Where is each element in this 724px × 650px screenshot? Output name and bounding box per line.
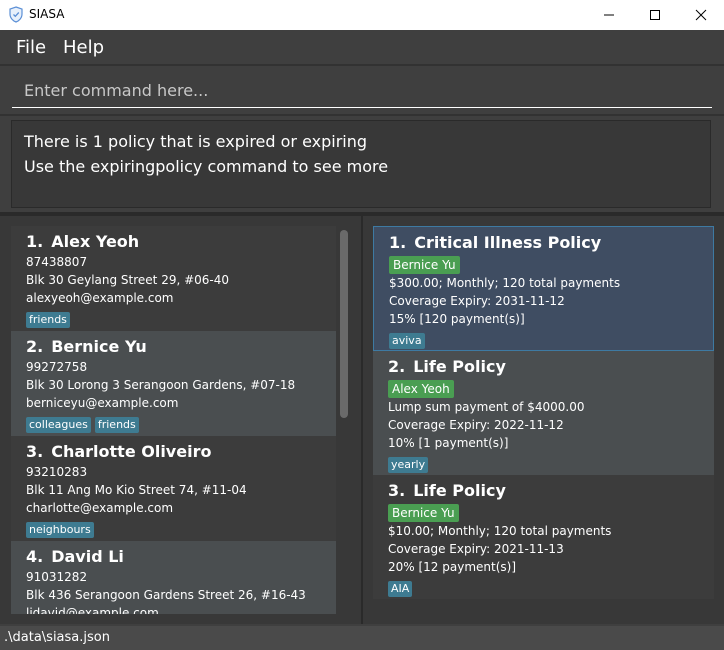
close-icon <box>695 9 707 21</box>
scrollbar-thumb[interactable] <box>340 230 348 418</box>
policy-expiry: Coverage Expiry: 2022-11-12 <box>388 418 564 432</box>
person-address: Blk 436 Serangoon Gardens Street 26, #16… <box>26 588 306 602</box>
policy-owner-row: Bernice Yu <box>388 502 714 522</box>
policy-card[interactable]: 3. Life Policy Bernice Yu $10.00; Monthly… <box>373 475 714 599</box>
tag: friends <box>26 312 70 328</box>
tag: neighbours <box>26 522 94 538</box>
person-card[interactable]: 4. David Li 91031282 Blk 436 Serangoon Ga… <box>11 541 336 614</box>
person-card[interactable]: 1. Alex Yeoh 87438807 Blk 30 Geylang Stre… <box>11 226 336 331</box>
person-name-row: 4. David Li <box>26 546 336 568</box>
person-email: charlotte@example.com <box>26 501 174 515</box>
policy-list[interactable]: 1. Critical Illness Policy Bernice Yu $30… <box>373 226 714 614</box>
result-display: There is 1 policy that is expired or exp… <box>11 120 711 208</box>
policy-index: 3. <box>388 481 406 500</box>
maximize-button[interactable] <box>632 0 678 30</box>
policy-expiry: Coverage Expiry: 2021-11-13 <box>388 542 564 556</box>
policy-owner: Bernice Yu <box>389 256 460 274</box>
tag: colleagues <box>26 417 91 433</box>
tag: yearly <box>388 457 429 473</box>
person-address: Blk 30 Geylang Street 29, #06-40 <box>26 273 230 287</box>
divider <box>0 114 724 116</box>
policy-name: Life Policy <box>413 481 506 500</box>
person-index: 1. <box>26 232 44 251</box>
person-list[interactable]: 1. Alex Yeoh 87438807 Blk 30 Geylang Stre… <box>11 226 336 614</box>
result-line-2: Use the expiringpolicy command to see mo… <box>24 157 389 176</box>
menu-bar: File Help <box>0 30 724 64</box>
policy-owner: Bernice Yu <box>388 504 459 522</box>
policy-index: 2. <box>388 357 406 376</box>
person-name-row: 1. Alex Yeoh <box>26 231 336 253</box>
policy-expiry: Coverage Expiry: 2031-11-12 <box>389 294 565 308</box>
menu-file[interactable]: File <box>16 37 46 58</box>
policy-payment: $10.00; Monthly; 120 total payments <box>388 524 612 538</box>
tag: aviva <box>389 333 425 349</box>
shield-icon <box>9 6 23 23</box>
person-tags: friends <box>26 308 336 328</box>
person-email: berniceyu@example.com <box>26 396 179 410</box>
close-button[interactable] <box>678 0 724 30</box>
person-index: 2. <box>26 337 44 356</box>
person-phone: 87438807 <box>26 255 88 269</box>
window-title: SIASA <box>29 7 65 21</box>
policy-owner: Alex Yeoh <box>388 380 454 398</box>
command-input[interactable] <box>12 74 712 108</box>
command-box <box>0 66 724 114</box>
person-email: lidavid@example.com <box>26 606 159 614</box>
minimize-icon <box>604 14 614 16</box>
person-address: Blk 11 Ang Mo Kio Street 74, #11-04 <box>26 483 247 497</box>
policy-card[interactable]: 1. Critical Illness Policy Bernice Yu $30… <box>373 226 714 351</box>
policy-owner-row: Alex Yeoh <box>388 378 714 398</box>
window-title-bar: SIASA <box>0 0 724 30</box>
person-card[interactable]: 3. Charlotte Oliveiro 93210283 Blk 11 Ang… <box>11 436 336 541</box>
policy-index: 1. <box>389 233 407 252</box>
person-email: alexyeoh@example.com <box>26 291 174 305</box>
policy-payment: Lump sum payment of $4000.00 <box>388 400 585 414</box>
policy-name-row: 2. Life Policy <box>388 356 714 378</box>
policy-owner-row: Bernice Yu <box>389 254 713 274</box>
person-phone: 99272758 <box>26 360 88 374</box>
person-name-row: 3. Charlotte Oliveiro <box>26 441 336 463</box>
policy-tags: AIA <box>388 577 714 597</box>
person-list-scrollbar[interactable] <box>340 226 350 612</box>
menu-help[interactable]: Help <box>63 37 104 58</box>
person-name: David Li <box>51 547 124 566</box>
person-index: 3. <box>26 442 44 461</box>
policy-payment: $300.00; Monthly; 120 total payments <box>389 276 621 290</box>
person-tags: neighbours <box>26 518 336 538</box>
person-card[interactable]: 2. Bernice Yu 99272758 Blk 30 Lorong 3 Se… <box>11 331 336 436</box>
result-line-1: There is 1 policy that is expired or exp… <box>24 132 368 151</box>
person-name: Charlotte Oliveiro <box>51 442 212 461</box>
policy-name: Life Policy <box>413 357 506 376</box>
person-phone: 93210283 <box>26 465 88 479</box>
person-index: 4. <box>26 547 44 566</box>
policy-name-row: 3. Life Policy <box>388 480 714 502</box>
tag: friends <box>94 417 139 433</box>
tag: AIA <box>388 581 413 597</box>
status-bar: .\data\siasa.json <box>0 626 724 650</box>
policy-commission: 15% [120 payment(s)] <box>389 312 525 326</box>
save-location: .\data\siasa.json <box>4 630 110 645</box>
policy-name-row: 1. Critical Illness Policy <box>389 232 713 254</box>
person-tags: colleagues friends <box>26 413 336 433</box>
maximize-icon <box>650 10 660 20</box>
policy-tags: yearly <box>388 453 714 473</box>
person-name: Alex Yeoh <box>51 232 140 251</box>
policy-name: Critical Illness Policy <box>414 233 602 252</box>
person-address: Blk 30 Lorong 3 Serangoon Gardens, #07-1… <box>26 378 296 392</box>
policy-card[interactable]: 2. Life Policy Alex Yeoh Lump sum payment… <box>373 351 714 475</box>
policy-tags: aviva <box>389 329 713 349</box>
policy-commission: 10% [1 payment(s)] <box>388 436 509 450</box>
minimize-button[interactable] <box>586 0 632 30</box>
person-name: Bernice Yu <box>51 337 147 356</box>
policy-commission: 20% [12 payment(s)] <box>388 560 517 574</box>
person-name-row: 2. Bernice Yu <box>26 336 336 358</box>
person-phone: 91031282 <box>26 570 88 584</box>
